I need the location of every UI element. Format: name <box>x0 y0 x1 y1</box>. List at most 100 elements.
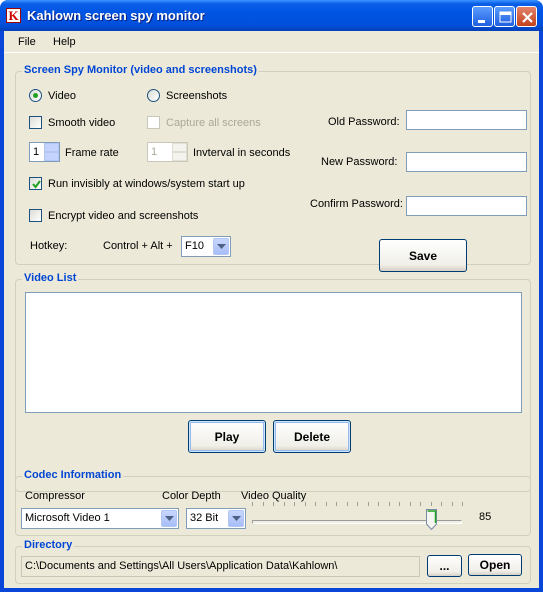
directory-path-field: C:\Documents and Settings\All Users\Appl… <box>21 556 420 577</box>
delete-button[interactable]: Delete <box>273 420 351 453</box>
window-bottom-border <box>0 588 543 592</box>
dropdown-arrow-icon[interactable] <box>213 238 229 255</box>
encrypt-label: Encrypt video and screenshots <box>48 210 199 222</box>
frame-rate-value: 1 <box>33 146 40 158</box>
slider-tick <box>336 502 337 506</box>
window-title: Kahlown screen spy monitor <box>27 8 205 23</box>
spin-arrows-icon[interactable] <box>44 143 59 161</box>
play-button[interactable]: Play <box>188 420 266 453</box>
close-icon <box>522 12 533 23</box>
capture-all-checkbox <box>147 116 160 129</box>
monitor-group: Screen Spy Monitor (video and screenshot… <box>15 64 531 272</box>
slider-tick <box>357 502 358 506</box>
frame-rate-spinner[interactable]: 1 <box>29 142 60 162</box>
directory-group: Directory C:\Documents and Settings\All … <box>15 539 531 584</box>
color-depth-select[interactable]: 32 Bit <box>186 508 246 529</box>
new-password-input[interactable] <box>406 152 527 172</box>
video-list-group: Video List Play Delete <box>15 272 531 492</box>
slider-tick <box>315 502 316 506</box>
slider-tick <box>305 502 306 506</box>
minimize-button[interactable] <box>472 6 493 27</box>
slider-tick <box>410 502 411 506</box>
app-icon: K <box>6 8 21 23</box>
dropdown-arrow-icon[interactable] <box>228 510 244 527</box>
compressor-select[interactable]: Microsoft Video 1 <box>21 508 179 529</box>
codec-legend: Codec Information <box>22 469 124 481</box>
slider-tick <box>431 502 432 506</box>
smooth-video-label: Smooth video <box>48 117 116 129</box>
browse-button[interactable]: ... <box>427 555 462 577</box>
screenshots-radio-label: Screenshots <box>166 90 228 102</box>
slider-tick <box>263 502 264 506</box>
slider-tick <box>441 502 442 506</box>
slider-tick <box>284 502 285 506</box>
menu-bar: File Help <box>4 31 539 53</box>
open-button[interactable]: Open <box>468 554 522 576</box>
interval-value: 1 <box>151 146 158 158</box>
play-button-label: Play <box>214 430 240 444</box>
maximize-icon <box>499 11 512 23</box>
directory-legend: Directory <box>22 539 75 551</box>
video-radio[interactable] <box>29 89 42 102</box>
interval-label: Invterval in seconds <box>193 147 291 159</box>
run-invisibly-label: Run invisibly at windows/system start up <box>48 178 245 190</box>
spin-arrows-icon <box>172 143 187 161</box>
slider-tick <box>389 502 390 506</box>
save-button[interactable]: Save <box>379 239 467 272</box>
old-password-label: Old Password: <box>328 116 400 128</box>
capture-all-label: Capture all screens <box>166 117 261 129</box>
hotkey-combo-label: Control + Alt + <box>103 240 173 252</box>
slider-tick <box>347 502 348 506</box>
compressor-value: Microsoft Video 1 <box>25 512 110 524</box>
screenshots-radio[interactable] <box>147 89 160 102</box>
hotkey-select[interactable]: F10 <box>181 236 231 257</box>
video-quality-slider[interactable] <box>248 502 468 532</box>
interval-spinner: 1 <box>147 142 188 162</box>
slider-tick <box>399 502 400 506</box>
check-mark-icon <box>32 180 41 189</box>
delete-button-label: Delete <box>293 430 331 444</box>
confirm-password-label: Confirm Password: <box>310 198 403 210</box>
hotkey-label: Hotkey: <box>30 240 68 252</box>
video-quality-value: 85 <box>479 511 492 523</box>
minimize-icon <box>478 20 485 23</box>
close-button[interactable] <box>516 6 537 27</box>
video-list[interactable] <box>25 292 522 413</box>
slider-tick <box>252 502 253 506</box>
confirm-password-input[interactable] <box>406 196 527 216</box>
app-window: K Kahlown screen spy monitor File Help S… <box>0 0 543 592</box>
video-list-legend: Video List <box>22 272 79 284</box>
color-depth-value: 32 Bit <box>190 512 219 524</box>
client-area: File Help Screen Spy Monitor (video and … <box>4 31 539 588</box>
video-radio-label: Video <box>48 90 76 102</box>
dropdown-arrow-icon[interactable] <box>161 510 177 527</box>
slider-tick <box>273 502 274 506</box>
video-quality-label: Video Quality <box>241 490 307 502</box>
slider-tick <box>452 502 453 506</box>
slider-thumb[interactable] <box>426 509 437 531</box>
smooth-video-checkbox[interactable] <box>29 116 42 129</box>
directory-path: C:\Documents and Settings\All Users\Appl… <box>25 560 338 572</box>
title-bar[interactable]: K Kahlown screen spy monitor <box>0 0 543 31</box>
run-invisibly-checkbox[interactable] <box>29 177 42 190</box>
frame-rate-label: Frame rate <box>65 147 119 159</box>
slider-tick <box>294 502 295 506</box>
save-button-label: Save <box>408 249 438 263</box>
slider-tick <box>326 502 327 506</box>
open-button-label: Open <box>479 558 511 572</box>
compressor-label: Compressor <box>25 490 85 502</box>
codec-group: Codec Information Compressor Microsoft V… <box>15 469 531 536</box>
slider-tick <box>420 502 421 506</box>
old-password-input[interactable] <box>406 110 527 130</box>
slider-tick <box>378 502 379 506</box>
color-depth-label: Color Depth <box>162 490 221 502</box>
monitor-legend: Screen Spy Monitor (video and screenshot… <box>22 64 259 76</box>
new-password-label: New Password: <box>321 156 398 168</box>
maximize-button[interactable] <box>494 6 515 27</box>
browse-button-label: ... <box>439 559 450 573</box>
menu-help[interactable]: Help <box>53 36 76 48</box>
encrypt-checkbox[interactable] <box>29 209 42 222</box>
slider-tick <box>368 502 369 506</box>
menu-file[interactable]: File <box>18 36 36 48</box>
hotkey-value: F10 <box>185 240 204 252</box>
